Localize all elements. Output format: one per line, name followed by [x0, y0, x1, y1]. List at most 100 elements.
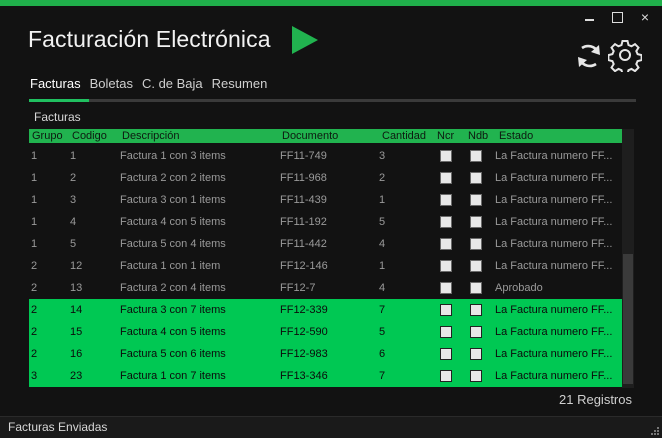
tab-c-de-baja[interactable]: C. de Baja [142, 76, 203, 91]
cell-documento: FF13-346 [280, 370, 328, 382]
table-row[interactable]: 1 1 Factura 1 con 3 items FF11-749 3 La Factu… [29, 145, 622, 167]
active-tab-indicator [29, 99, 89, 102]
cell-estado: Aprobado [495, 282, 543, 294]
cell-descripcion: Factura 4 con 5 items [120, 216, 226, 228]
ncr-checkbox[interactable] [440, 370, 452, 382]
cell-documento: FF12-983 [280, 348, 328, 360]
cell-descripcion: Factura 3 con 1 items [120, 194, 226, 206]
cell-estado: La Factura numero FF... [495, 194, 613, 206]
cell-estado: La Factura numero FF... [495, 348, 613, 360]
cell-codigo: 2 [70, 172, 77, 184]
column-header-ndb[interactable]: Ndb [468, 129, 488, 143]
cell-cantidad: 3 [379, 150, 386, 162]
cell-codigo: 23 [70, 370, 83, 382]
cell-documento: FF12-7 [280, 282, 316, 294]
ndb-checkbox[interactable] [470, 370, 482, 382]
table-row[interactable]: 2 15 Factura 4 con 5 items FF12-590 5 La Fact… [29, 321, 622, 343]
app-title: Facturación Electrónica [28, 26, 271, 52]
ndb-checkbox[interactable] [470, 194, 482, 206]
ncr-checkbox[interactable] [440, 304, 452, 316]
cell-estado: La Factura numero FF... [495, 150, 613, 162]
cell-descripcion: Factura 4 con 5 items [120, 326, 226, 338]
cell-documento: FF11-749 [280, 150, 327, 162]
table-row[interactable]: 2 16 Factura 5 con 6 items FF12-983 6 La Fact… [29, 343, 622, 365]
cell-grupo: 2 [31, 260, 38, 272]
cell-grupo: 1 [31, 150, 38, 162]
table-row[interactable]: 2 13 Factura 2 con 4 items FF12-7 4 Aprobado [29, 277, 622, 299]
cell-descripcion: Factura 1 con 1 item [120, 260, 221, 272]
cell-documento: FF11-968 [280, 172, 327, 184]
cell-grupo: 2 [31, 326, 38, 338]
cell-cantidad: 6 [379, 348, 386, 360]
tab-resumen[interactable]: Resumen [212, 76, 268, 91]
table-row[interactable]: 2 14 Factura 3 con 7 items FF12-339 7 La Fact… [29, 299, 622, 321]
table-row[interactable]: 3 23 Factura 1 con 7 items FF13-346 7 La Fact… [29, 365, 622, 387]
cell-cantidad: 5 [379, 326, 386, 338]
refresh-icon[interactable] [574, 40, 604, 72]
cell-descripcion: Factura 1 con 7 items [120, 370, 226, 382]
tab-facturas[interactable]: Facturas [30, 76, 81, 91]
ncr-checkbox[interactable] [440, 260, 452, 272]
window-controls: × [582, 10, 652, 24]
minimize-button[interactable] [582, 10, 596, 24]
gear-icon[interactable] [608, 38, 642, 72]
ncr-checkbox[interactable] [440, 216, 452, 228]
cell-grupo: 2 [31, 304, 38, 316]
column-header-estado[interactable]: Estado [499, 129, 533, 143]
maximize-button[interactable] [610, 10, 624, 24]
ndb-checkbox[interactable] [470, 238, 482, 250]
ndb-checkbox[interactable] [470, 150, 482, 162]
table-row[interactable]: 2 12 Factura 1 con 1 item FF12-146 1 La Factu… [29, 255, 622, 277]
ncr-checkbox[interactable] [440, 238, 452, 250]
ndb-checkbox[interactable] [470, 216, 482, 228]
window-accent-bar [0, 0, 662, 6]
ncr-checkbox[interactable] [440, 172, 452, 184]
column-header-descripcion[interactable]: Descripción [122, 129, 179, 143]
ncr-checkbox[interactable] [440, 326, 452, 338]
ndb-checkbox[interactable] [470, 348, 482, 360]
cell-codigo: 13 [70, 282, 83, 294]
cell-grupo: 3 [31, 370, 38, 382]
cell-cantidad: 1 [379, 260, 386, 272]
cell-descripcion: Factura 2 con 4 items [120, 282, 226, 294]
column-header-ncr[interactable]: Ncr [437, 129, 454, 143]
ncr-checkbox[interactable] [440, 194, 452, 206]
table-row[interactable]: 1 5 Factura 5 con 4 items FF11-442 4 La Factu… [29, 233, 622, 255]
cell-estado: La Factura numero FF... [495, 370, 613, 382]
cell-cantidad: 2 [379, 172, 386, 184]
table-row[interactable]: 1 3 Factura 3 con 1 items FF11-439 1 La Factu… [29, 189, 622, 211]
cell-cantidad: 5 [379, 216, 386, 228]
ndb-checkbox[interactable] [470, 304, 482, 316]
cell-grupo: 1 [31, 172, 38, 184]
column-header-cantidad[interactable]: Cantidad [382, 129, 426, 143]
grid-scrollbar[interactable] [622, 129, 634, 388]
resize-grip-icon[interactable] [649, 425, 659, 435]
cell-estado: La Factura numero FF... [495, 304, 613, 316]
close-button[interactable]: × [638, 10, 652, 24]
cell-grupo: 1 [31, 194, 38, 206]
table-row[interactable]: 1 4 Factura 4 con 5 items FF11-192 5 La Factu… [29, 211, 622, 233]
cell-descripcion: Factura 2 con 2 items [120, 172, 226, 184]
table-row[interactable]: 1 2 Factura 2 con 2 items FF11-968 2 La Factu… [29, 167, 622, 189]
cell-descripcion: Factura 5 con 4 items [120, 238, 226, 250]
ndb-checkbox[interactable] [470, 282, 482, 294]
cell-documento: FF11-192 [280, 216, 327, 228]
cell-estado: La Factura numero FF... [495, 260, 613, 272]
ncr-checkbox[interactable] [440, 348, 452, 360]
cell-cantidad: 4 [379, 238, 386, 250]
column-header-documento[interactable]: Documento [282, 129, 338, 143]
cell-estado: La Factura numero FF... [495, 216, 613, 228]
ncr-checkbox[interactable] [440, 282, 452, 294]
tab-boletas[interactable]: Boletas [90, 76, 133, 91]
scrollbar-thumb[interactable] [623, 254, 633, 384]
ndb-checkbox[interactable] [470, 326, 482, 338]
play-icon[interactable] [290, 25, 320, 55]
ncr-checkbox[interactable] [440, 150, 452, 162]
cell-codigo: 15 [70, 326, 83, 338]
ndb-checkbox[interactable] [470, 172, 482, 184]
cell-estado: La Factura numero FF... [495, 326, 613, 338]
cell-documento: FF11-439 [280, 194, 327, 206]
column-header-codigo[interactable]: Codigo [72, 129, 107, 143]
ndb-checkbox[interactable] [470, 260, 482, 272]
column-header-grupo[interactable]: Grupo [32, 129, 63, 143]
